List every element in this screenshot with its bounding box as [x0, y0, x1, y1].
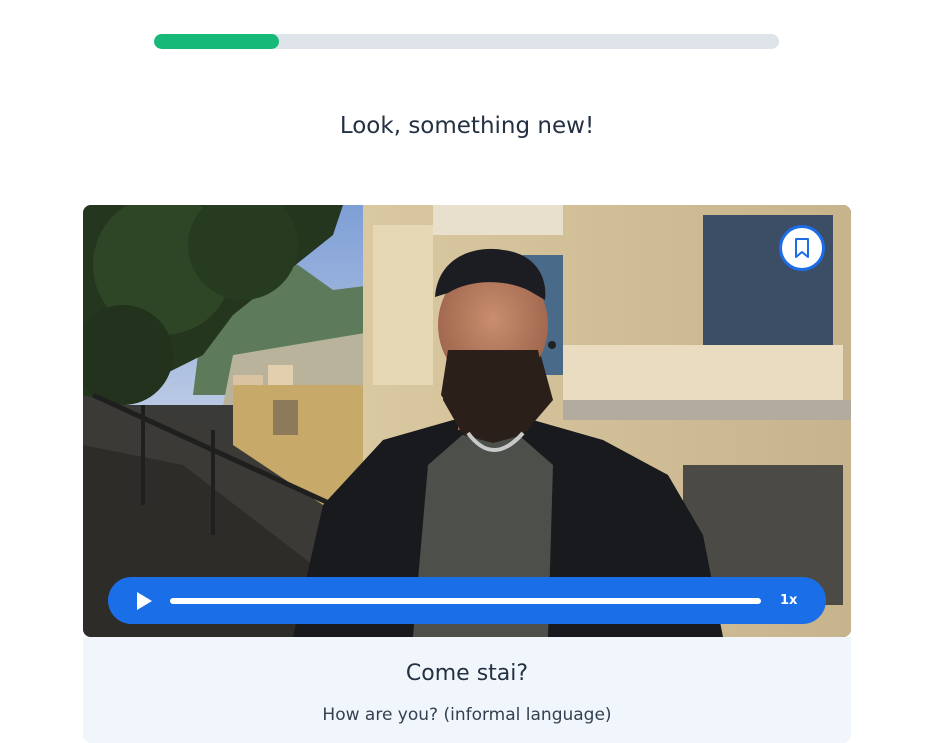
video-player[interactable]: 1x	[83, 205, 851, 637]
lesson-progress-fill	[154, 34, 279, 49]
page-title: Look, something new!	[339, 113, 595, 139]
play-button[interactable]	[133, 590, 155, 612]
phrase-text: Come stai?	[405, 661, 529, 686]
bookmark-button[interactable]	[779, 225, 825, 271]
play-icon	[137, 591, 152, 610]
phrase-translation: How are you? (informal language)	[322, 705, 612, 725]
bookmark-icon	[795, 238, 809, 258]
playback-speed-button[interactable]: 1x	[780, 593, 797, 608]
video-frame-image	[83, 205, 851, 637]
lesson-progress-bar	[154, 34, 779, 49]
video-controls: 1x	[108, 577, 826, 624]
phrase-card: Come stai? How are you? (informal langua…	[83, 637, 851, 743]
lesson-page: Look, something new! 1x Come stai? How a…	[0, 0, 948, 743]
video-scrubber[interactable]	[170, 597, 761, 604]
